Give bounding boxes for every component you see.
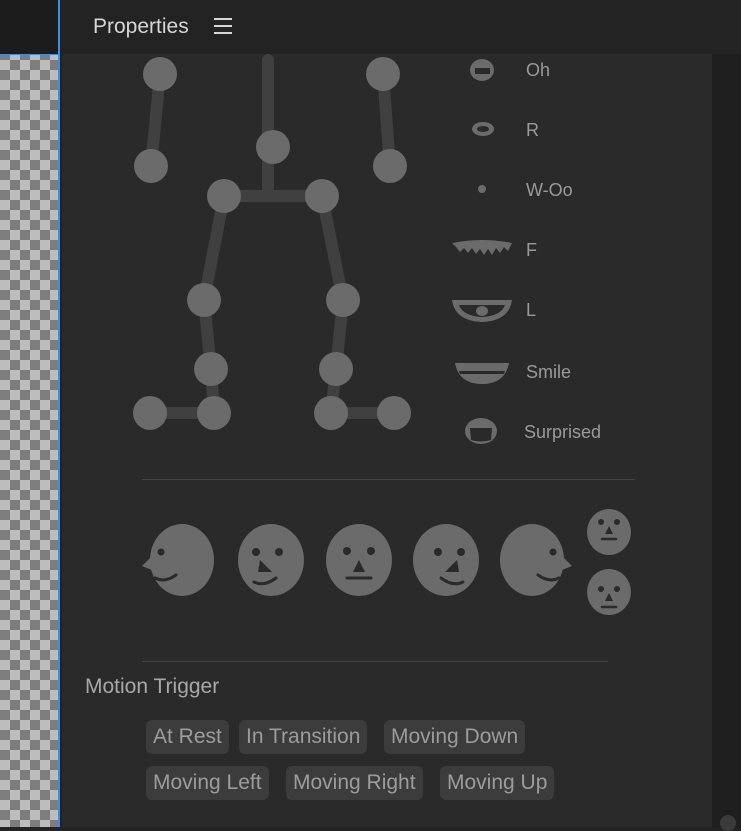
mouth-surprised-icon[interactable]	[463, 416, 499, 446]
skeleton-handle[interactable]	[134, 149, 168, 183]
body-skeleton	[133, 54, 411, 430]
tag-in-transition[interactable]: In Transition	[239, 720, 368, 754]
tag-moving-left[interactable]: Moving Left	[146, 766, 269, 800]
face-upward-icon[interactable]	[584, 506, 634, 558]
skeleton-handle[interactable]	[373, 149, 407, 183]
face-downward-icon[interactable]	[584, 566, 634, 618]
skeleton-handle[interactable]	[305, 179, 339, 213]
skeleton-handle[interactable]	[366, 57, 400, 91]
mouth-smile-icon[interactable]	[453, 360, 511, 386]
mouth-f-icon[interactable]	[451, 239, 513, 261]
skeleton-handle[interactable]	[207, 179, 241, 213]
viseme-w-oo-label: W-Oo	[526, 180, 573, 200]
scroll-thumb[interactable]	[720, 815, 736, 831]
mouth-r-icon[interactable]	[470, 120, 496, 138]
skeleton-handle[interactable]	[314, 396, 348, 430]
tag-moving-down[interactable]: Moving Down	[384, 720, 526, 754]
skeleton-handle[interactable]	[133, 396, 167, 430]
tag-at-rest[interactable]: At Rest	[146, 720, 229, 754]
face-frontal-icon[interactable]	[322, 522, 396, 600]
skeleton-handle[interactable]	[256, 130, 290, 164]
viseme-smile-label: Smile	[526, 362, 572, 382]
skeleton-handle[interactable]	[187, 283, 221, 317]
tag-moving-right[interactable]: Moving Right	[286, 766, 423, 800]
motion-trigger-title: Motion Trigger	[85, 675, 220, 698]
skeleton-handle[interactable]	[326, 283, 360, 317]
mouth-oh-icon[interactable]	[467, 58, 497, 84]
section-divider	[142, 479, 635, 480]
skeleton-handle[interactable]	[197, 396, 231, 430]
face-left-quarter-icon[interactable]	[234, 522, 308, 600]
viseme-f-label: F	[526, 240, 537, 260]
face-left-profile-icon[interactable]	[140, 522, 218, 600]
section-divider	[142, 661, 608, 662]
skeleton-handle[interactable]	[143, 57, 177, 91]
face-right-quarter-icon[interactable]	[409, 522, 483, 600]
viseme-l-label: L	[526, 300, 537, 320]
tag-moving-up[interactable]: Moving Up	[440, 766, 555, 800]
skeleton-handle[interactable]	[194, 352, 228, 386]
mouth-w-oo-icon[interactable]	[476, 183, 488, 195]
viseme-oh-label: Oh	[526, 60, 551, 80]
face-right-profile-icon[interactable]	[496, 522, 576, 600]
viseme-r-label: R	[526, 120, 539, 140]
mouth-l-icon[interactable]	[451, 297, 513, 325]
skeleton-handle[interactable]	[377, 396, 411, 430]
viseme-surprised-label: Surprised	[524, 422, 602, 442]
skeleton-handle[interactable]	[319, 352, 353, 386]
